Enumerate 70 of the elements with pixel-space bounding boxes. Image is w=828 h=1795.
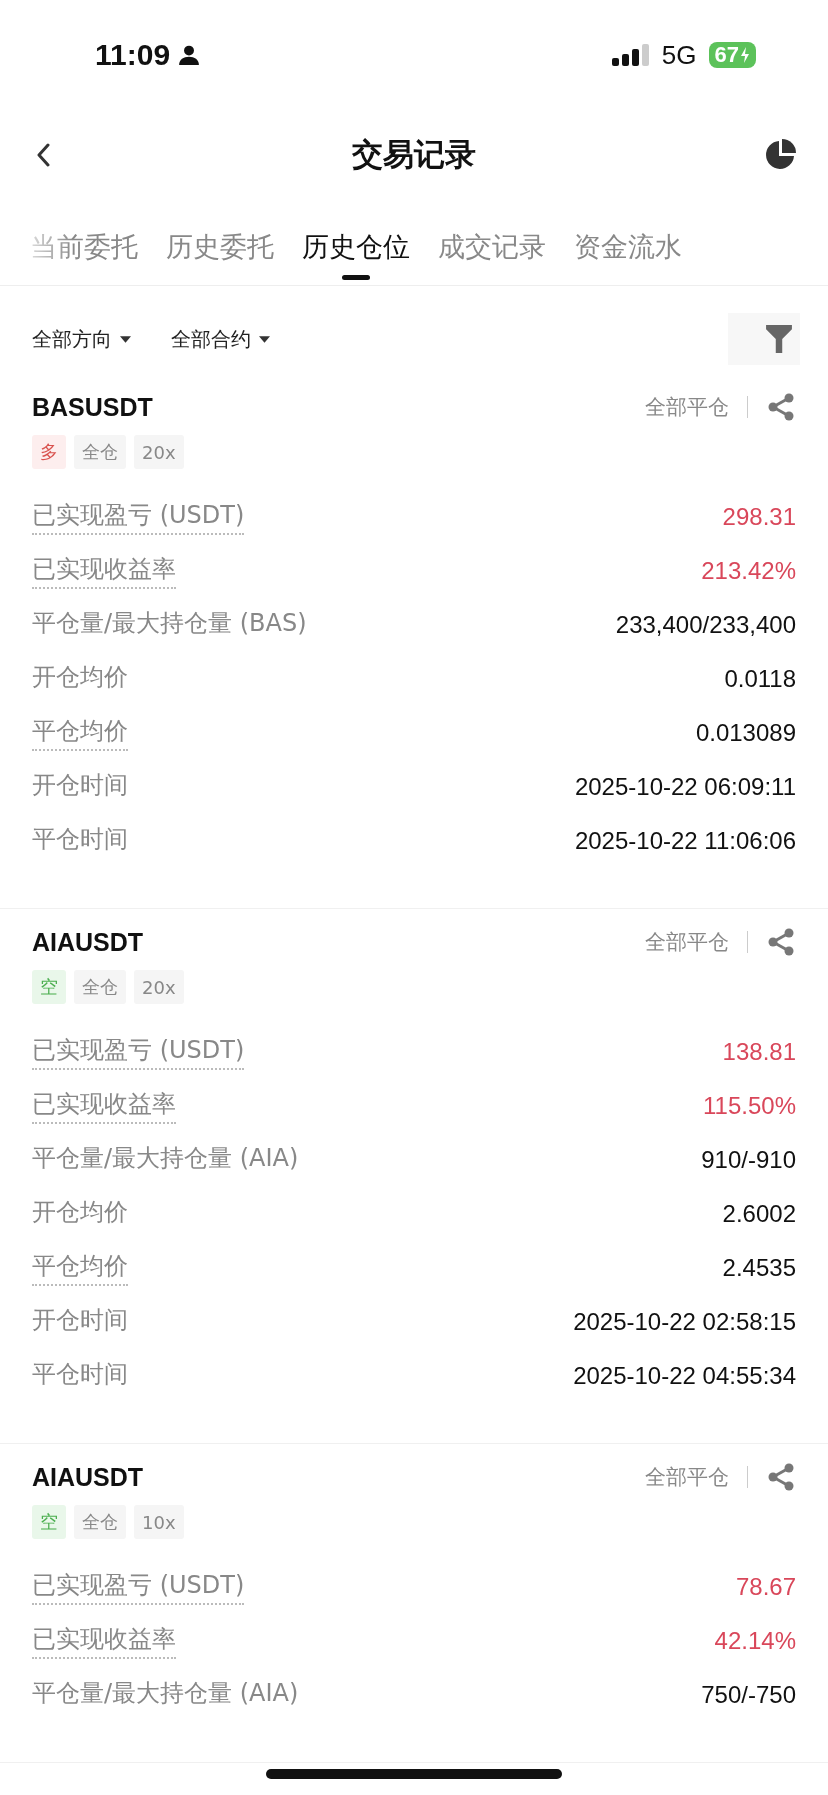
contract-symbol: AIAUSDT <box>32 1462 144 1492</box>
field-label: 平仓时间 <box>32 824 128 855</box>
share-icon[interactable] <box>766 1462 796 1492</box>
tab[interactable]: 历史委托 <box>166 215 274 282</box>
field-label: 平仓量/最大持仓量 (AIA) <box>32 1678 299 1709</box>
signal-icon <box>611 44 650 66</box>
close-all-link[interactable]: 全部平仓 <box>645 928 729 956</box>
close-all-link[interactable]: 全部平仓 <box>645 1463 729 1491</box>
tag: 多 <box>32 435 66 469</box>
tab[interactable]: 成交记录 <box>438 215 546 282</box>
tag: 10x <box>134 1505 184 1539</box>
field-label: 已实现盈亏 (USDT) <box>32 499 245 535</box>
contract-symbol: AIAUSDT <box>32 927 144 957</box>
field-label: 已实现收益率 <box>32 553 176 589</box>
field-value: 2025-10-22 06:09:11 <box>574 773 796 801</box>
pie-chart-icon[interactable] <box>764 139 796 171</box>
share-icon[interactable] <box>766 392 796 422</box>
field-label: 开仓均价 <box>32 1197 128 1228</box>
network-label: 5G <box>661 39 697 71</box>
back-icon[interactable] <box>36 143 50 167</box>
field-label: 已实现收益率 <box>32 1623 176 1659</box>
field-value: 0.0118 <box>724 665 796 693</box>
field-value: 138.81 <box>722 1038 796 1066</box>
field-label: 平仓量/最大持仓量 (AIA) <box>32 1143 299 1174</box>
tag: 空 <box>32 970 66 1004</box>
filter-icon[interactable] <box>728 313 800 365</box>
battery-icon: 67 <box>708 42 756 68</box>
field-value: 2025-10-22 02:58:15 <box>573 1308 796 1336</box>
field-label: 平仓时间 <box>32 1359 128 1390</box>
tag: 全仓 <box>74 970 126 1004</box>
field-label: 平仓均价 <box>32 715 128 751</box>
field-label: 开仓时间 <box>32 1305 128 1336</box>
page-title: 交易记录 <box>352 135 476 174</box>
field-value: 750/-750 <box>701 1681 796 1709</box>
tag: 全仓 <box>74 1505 126 1539</box>
person-icon <box>178 44 201 66</box>
field-value: 115.50% <box>703 1092 796 1120</box>
caret-icon <box>120 335 131 343</box>
caret-icon <box>259 335 270 343</box>
field-value: 2.4535 <box>722 1254 796 1282</box>
status-time: 11:09 <box>95 38 171 72</box>
field-label: 平仓量/最大持仓量 (BAS) <box>32 608 307 639</box>
field-label: 已实现盈亏 (USDT) <box>32 1569 245 1605</box>
tag: 空 <box>32 1505 66 1539</box>
field-label: 开仓时间 <box>32 770 128 801</box>
field-value: 78.67 <box>735 1573 796 1601</box>
field-value: 2025-10-22 04:55:34 <box>573 1362 796 1390</box>
tag: 20x <box>134 970 184 1004</box>
field-label: 已实现收益率 <box>32 1088 176 1124</box>
field-value: 298.31 <box>722 503 796 531</box>
field-value: 2.6002 <box>722 1200 796 1228</box>
field-value: 233,400/233,400 <box>615 611 796 639</box>
field-label: 开仓均价 <box>32 662 128 693</box>
contract-symbol: BASUSDT <box>32 392 153 422</box>
field-label: 平仓均价 <box>32 1250 128 1286</box>
field-value: 42.14% <box>714 1627 796 1655</box>
field-value: 910/-910 <box>701 1146 796 1174</box>
share-icon[interactable] <box>766 927 796 957</box>
tag: 20x <box>134 435 184 469</box>
field-label: 已实现盈亏 (USDT) <box>32 1034 245 1070</box>
field-value: 2025-10-22 11:06:06 <box>574 827 796 855</box>
field-value: 213.42% <box>701 557 796 585</box>
tab[interactable]: 当前委托 <box>30 215 138 282</box>
filter-dropdown[interactable]: 全部合约 <box>171 325 270 353</box>
tag: 全仓 <box>74 435 126 469</box>
filter-dropdown[interactable]: 全部方向 <box>32 325 131 353</box>
field-value: 0.013089 <box>695 719 796 747</box>
tab[interactable]: 历史仓位 <box>302 215 410 282</box>
close-all-link[interactable]: 全部平仓 <box>645 393 729 421</box>
tab[interactable]: 资金流水 <box>574 215 682 282</box>
